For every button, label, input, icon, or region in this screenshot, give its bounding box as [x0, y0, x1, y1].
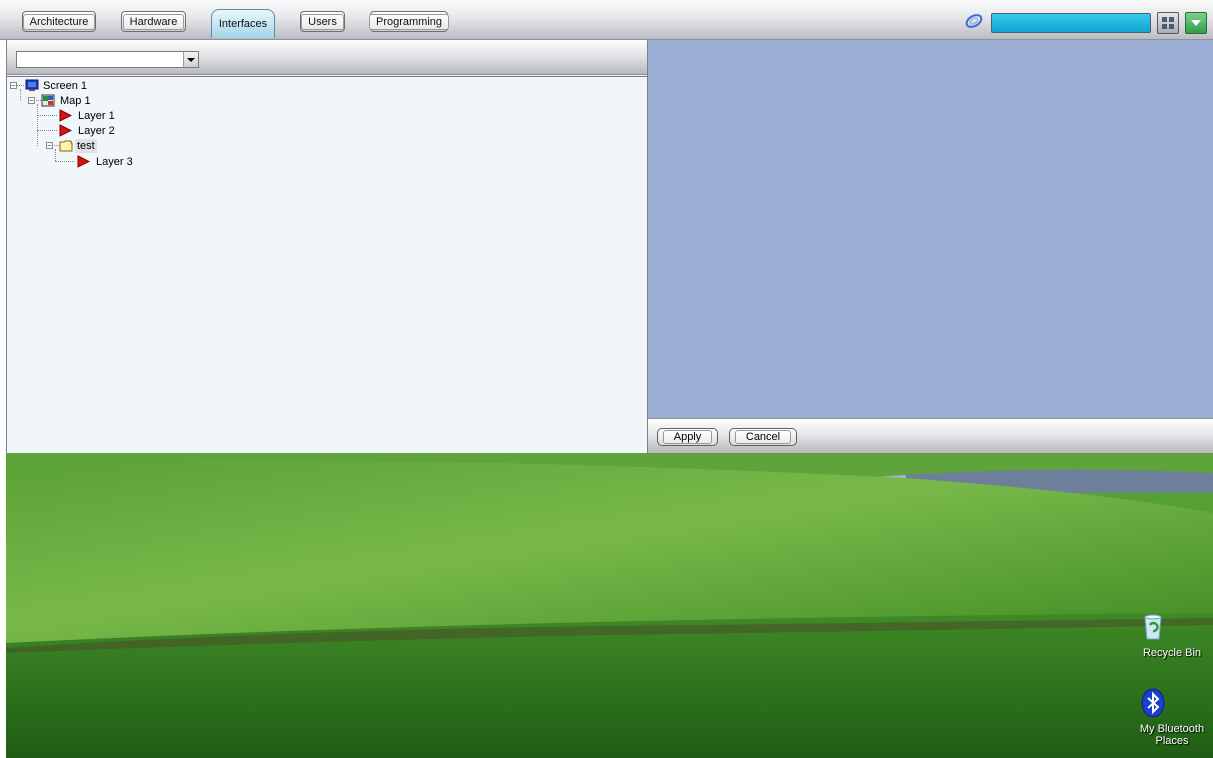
red-flag-icon — [59, 124, 72, 137]
tab-interfaces-label: Interfaces — [218, 18, 268, 30]
top-toolbar: Architecture Hardware Interfaces Users P… — [0, 0, 1213, 40]
tab-programming-label: Programming — [368, 13, 450, 30]
tree-line — [37, 104, 38, 146]
tree-line — [20, 89, 21, 101]
tree-node-label: test — [75, 139, 97, 153]
tab-programming[interactable]: Programming — [368, 11, 450, 32]
tree-line — [37, 115, 57, 116]
folder-icon — [59, 140, 73, 152]
tree-line — [55, 161, 75, 162]
tab-hardware[interactable]: Hardware — [121, 11, 186, 32]
tab-users[interactable]: Users — [300, 11, 345, 32]
cancel-button-label: Cancel — [734, 430, 792, 444]
recycle-bin-label: Recycle Bin — [1142, 647, 1202, 659]
bluetooth-icon — [1141, 687, 1188, 719]
tab-interfaces[interactable]: Interfaces — [211, 9, 275, 38]
tree-line — [17, 85, 24, 86]
tree-panel: − Screen 1 − Map 1 Layer 1 Layer 2 − tes… — [6, 40, 648, 454]
chevron-down-icon[interactable] — [1185, 12, 1207, 34]
collapse-toggle[interactable]: − — [46, 142, 53, 150]
red-flag-icon — [59, 109, 72, 122]
tree-line — [55, 149, 56, 161]
apply-button[interactable]: Apply — [657, 428, 718, 446]
desktop-wallpaper: Recycle Bin My Bluetooth Places — [6, 453, 1213, 758]
tab-architecture-label: Architecture — [22, 13, 96, 30]
tab-users-label: Users — [301, 13, 344, 30]
tab-hardware-label: Hardware — [122, 13, 185, 30]
tree-node-label: Map 1 — [60, 95, 91, 107]
bluetooth-places-shortcut[interactable]: My Bluetooth Places — [1137, 687, 1207, 747]
red-flag-icon — [77, 155, 90, 168]
tree-node-label: Layer 1 — [78, 110, 115, 122]
search-input[interactable] — [991, 13, 1151, 33]
apply-button-label: Apply — [662, 430, 713, 444]
collapse-toggle[interactable]: − — [10, 82, 17, 90]
collapse-toggle[interactable]: − — [28, 97, 35, 105]
recycle-bin-shortcut[interactable]: Recycle Bin — [1137, 611, 1207, 659]
screen-select[interactable] — [16, 51, 199, 68]
layout-grid-icon[interactable] — [1157, 12, 1179, 34]
tab-architecture[interactable]: Architecture — [22, 11, 96, 32]
recycle-bin-icon — [1144, 611, 1188, 643]
chevron-down-icon[interactable] — [183, 52, 198, 67]
tree-node-label: Layer 3 — [96, 156, 133, 168]
map-icon — [41, 94, 55, 107]
monitor-icon — [25, 79, 39, 91]
properties-panel — [648, 40, 1213, 418]
tree-node-label: Layer 2 — [78, 125, 115, 137]
object-tree[interactable]: − Screen 1 − Map 1 Layer 1 Layer 2 − tes… — [7, 76, 647, 454]
tree-toolbar — [7, 40, 647, 75]
wallpaper-hills — [6, 453, 1213, 758]
tree-line — [37, 130, 57, 131]
properties-footer: Apply Cancel — [648, 418, 1213, 453]
tree-node-label: Screen 1 — [43, 80, 88, 92]
cancel-button[interactable]: Cancel — [729, 428, 797, 446]
bluetooth-places-label: My Bluetooth Places — [1139, 723, 1205, 747]
swirl-icon[interactable] — [963, 12, 985, 30]
